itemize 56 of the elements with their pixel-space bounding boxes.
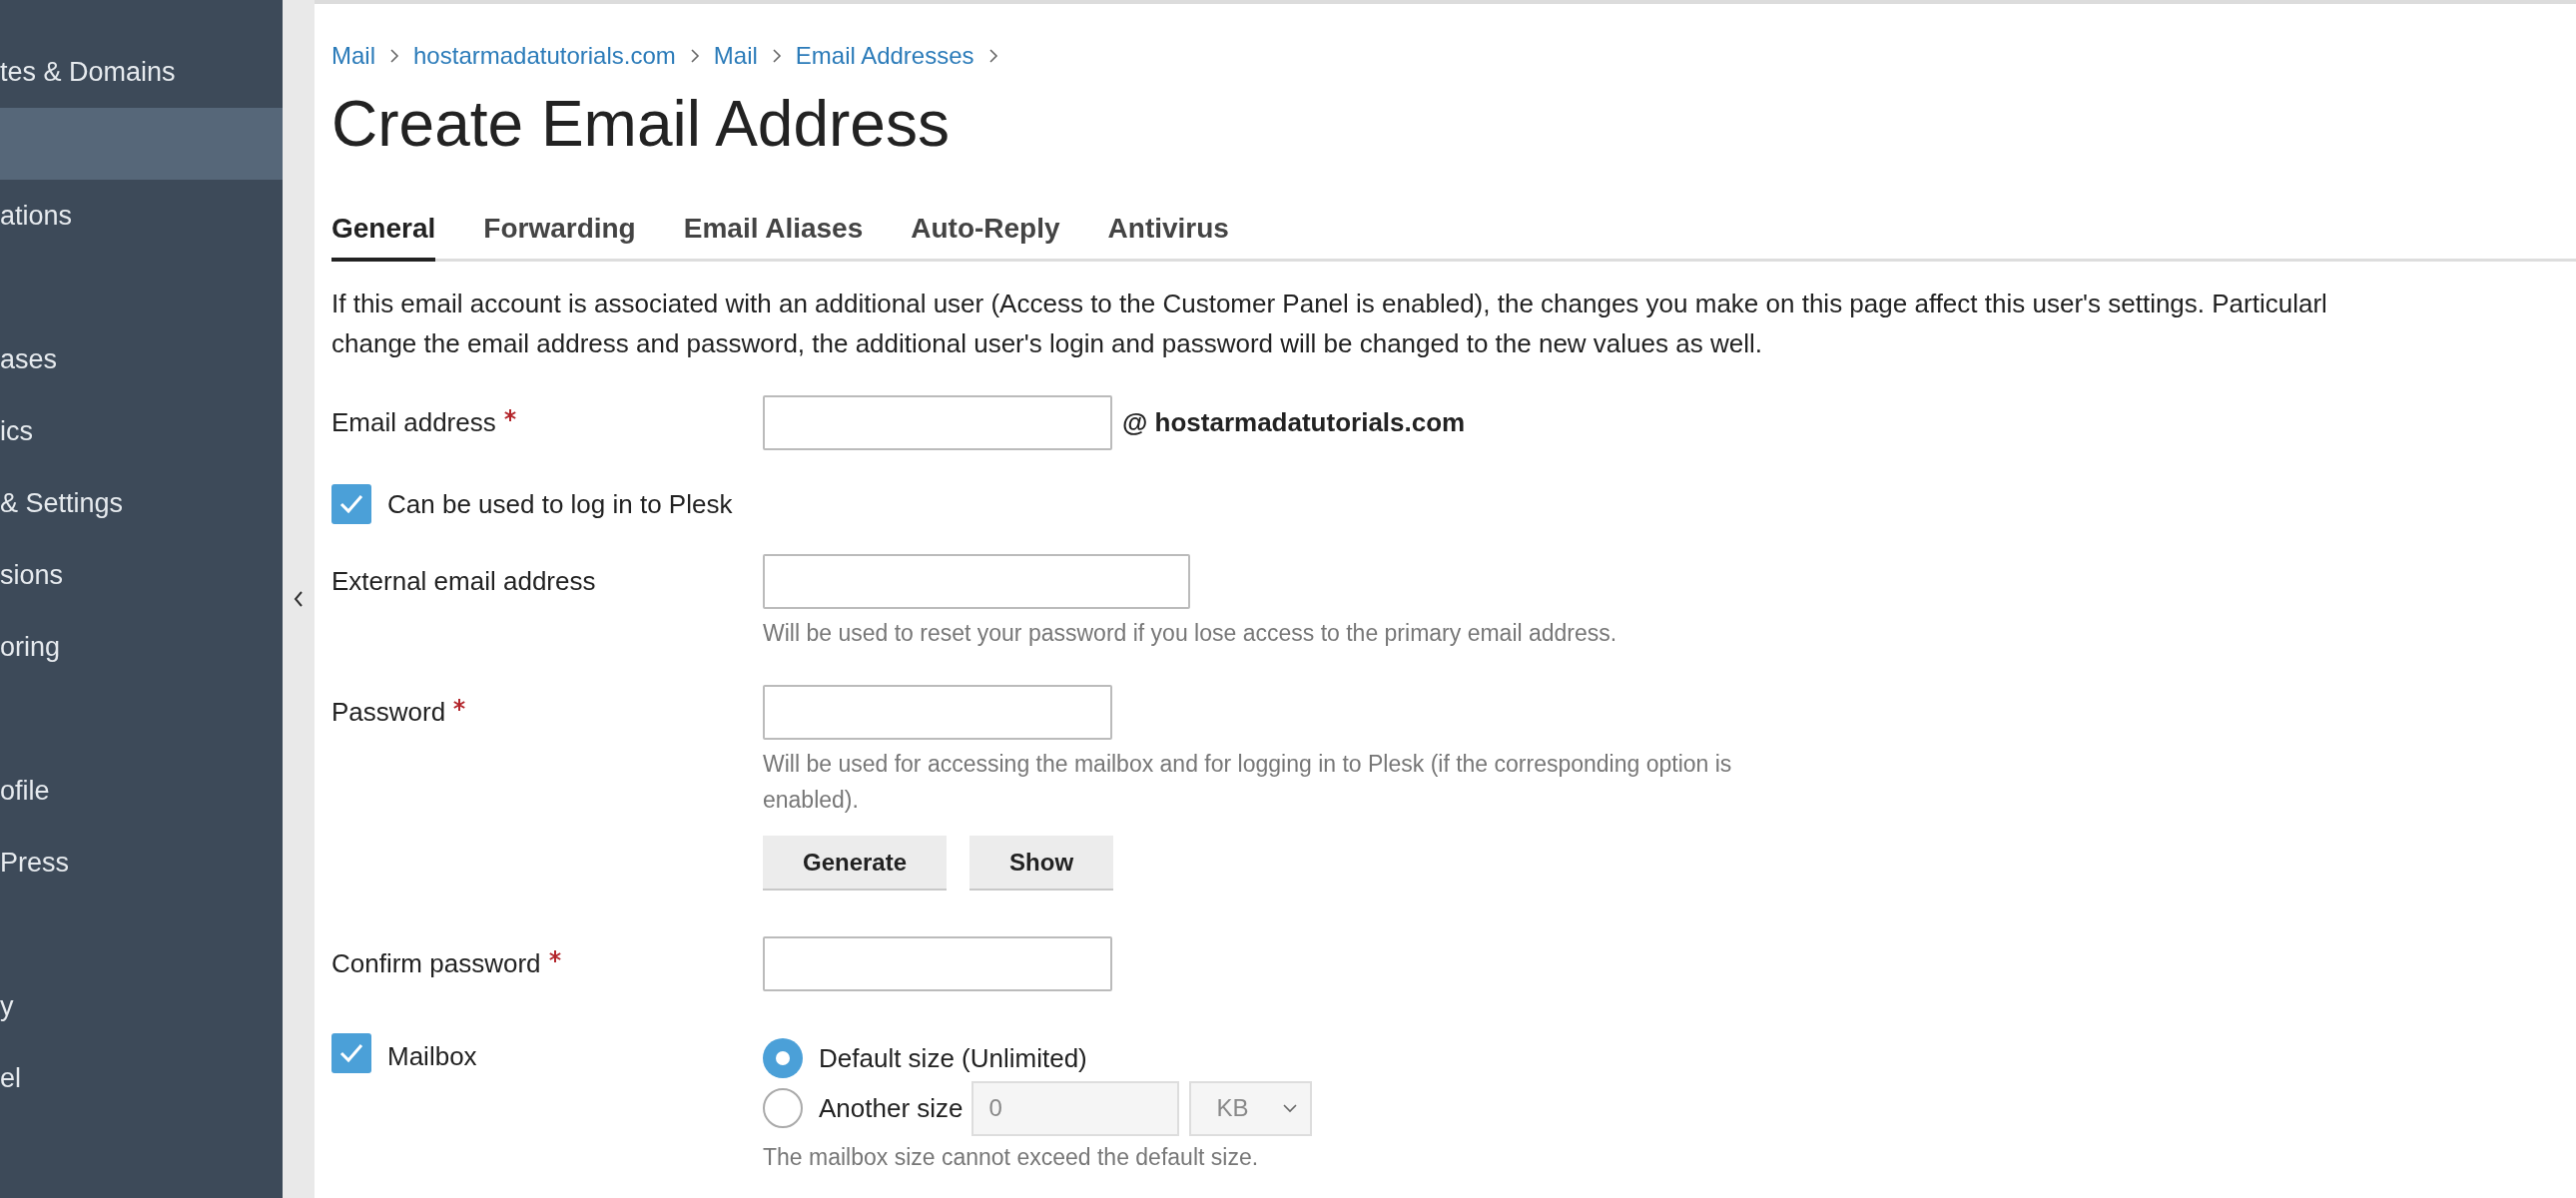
sidebar-item[interactable]: ases (0, 323, 283, 395)
breadcrumb-link[interactable]: Mail (331, 38, 375, 74)
sidebar-item[interactable]: & Settings (0, 467, 283, 539)
tab[interactable]: General (331, 208, 436, 262)
collapse-chevron-icon[interactable] (293, 589, 305, 609)
sidebar-item[interactable]: y (0, 970, 283, 1042)
sidebar-item[interactable]: sions (0, 539, 283, 611)
intro-text: change the email address and password, the additional user's login and password will be changed to the new values as well. (331, 327, 1763, 360)
text-input[interactable] (763, 395, 1112, 450)
button[interactable]: Generate (763, 836, 948, 891)
help-text: Will be used for accessing the mailbox and for logging in to Plesk (if the corresponding option is enabled). (763, 750, 1733, 815)
button[interactable]: Show (969, 836, 1114, 891)
checkbox-label: Can be used to log in to Plesk (387, 487, 733, 521)
radio-button[interactable] (763, 1088, 803, 1128)
sidebar-item[interactable]: ations (0, 180, 283, 252)
required-asterisk-icon (453, 699, 466, 711)
sidebar-item[interactable]: el (0, 1042, 283, 1114)
tab[interactable]: Auto-Reply (911, 208, 1060, 262)
chevron-right-icon (689, 48, 700, 64)
radio-label: Default size (Unlimited) (819, 1041, 1087, 1075)
chevron-right-icon (987, 48, 998, 64)
field-label: Email address (331, 406, 496, 439)
sidebar-item[interactable]: oring (0, 611, 283, 683)
chevron-right-icon (771, 48, 782, 64)
chevron-down-icon (1281, 1103, 1298, 1113)
intro-text: If this email account is associated with an additional user (Access to the Customer Panel is enabled), the changes you make on this page affect this user's settings. Particularl (331, 288, 2328, 320)
chevron-right-icon (389, 48, 399, 64)
sidebar-item[interactable]: Press (0, 827, 283, 898)
field-label: Confirm password (331, 947, 541, 980)
text-input[interactable] (763, 936, 1112, 991)
text-input[interactable] (763, 685, 1112, 740)
tab[interactable]: Forwarding (483, 208, 636, 262)
help-text: Will be used to reset your password if you lose access to the primary email address. (763, 619, 1618, 648)
checkbox[interactable] (331, 484, 371, 524)
page-title: Create Email Address (331, 87, 951, 162)
field-label: Password (331, 696, 446, 729)
check-icon (338, 493, 364, 515)
radio-button[interactable] (763, 1038, 803, 1078)
sidebar-item[interactable]: tes & Domains (0, 36, 283, 108)
tab[interactable]: Email Aliases (683, 208, 864, 262)
breadcrumb-link[interactable]: Email Addresses (795, 38, 974, 74)
tab[interactable]: Antivirus (1107, 208, 1229, 262)
checkbox-label: Mailbox (387, 1040, 477, 1073)
text-input[interactable] (763, 554, 1190, 609)
required-asterisk-icon (503, 409, 516, 421)
domain-suffix: @ hostarmadatutorials.com (1122, 406, 1466, 439)
field-label: External email address (331, 565, 596, 598)
radio-label: Another size (819, 1091, 964, 1125)
check-icon (338, 1042, 364, 1064)
checkbox[interactable] (331, 1033, 371, 1073)
breadcrumb-link[interactable]: Mail (713, 38, 758, 74)
sidebar-item[interactable]: ofile (0, 755, 283, 827)
sidebar-item[interactable]: ics (0, 395, 283, 467)
required-asterisk-icon (548, 950, 561, 962)
breadcrumb-link[interactable]: hostarmadatutorials.com (413, 38, 676, 74)
help-text: The mailbox size cannot exceed the default size. (763, 1143, 1260, 1172)
